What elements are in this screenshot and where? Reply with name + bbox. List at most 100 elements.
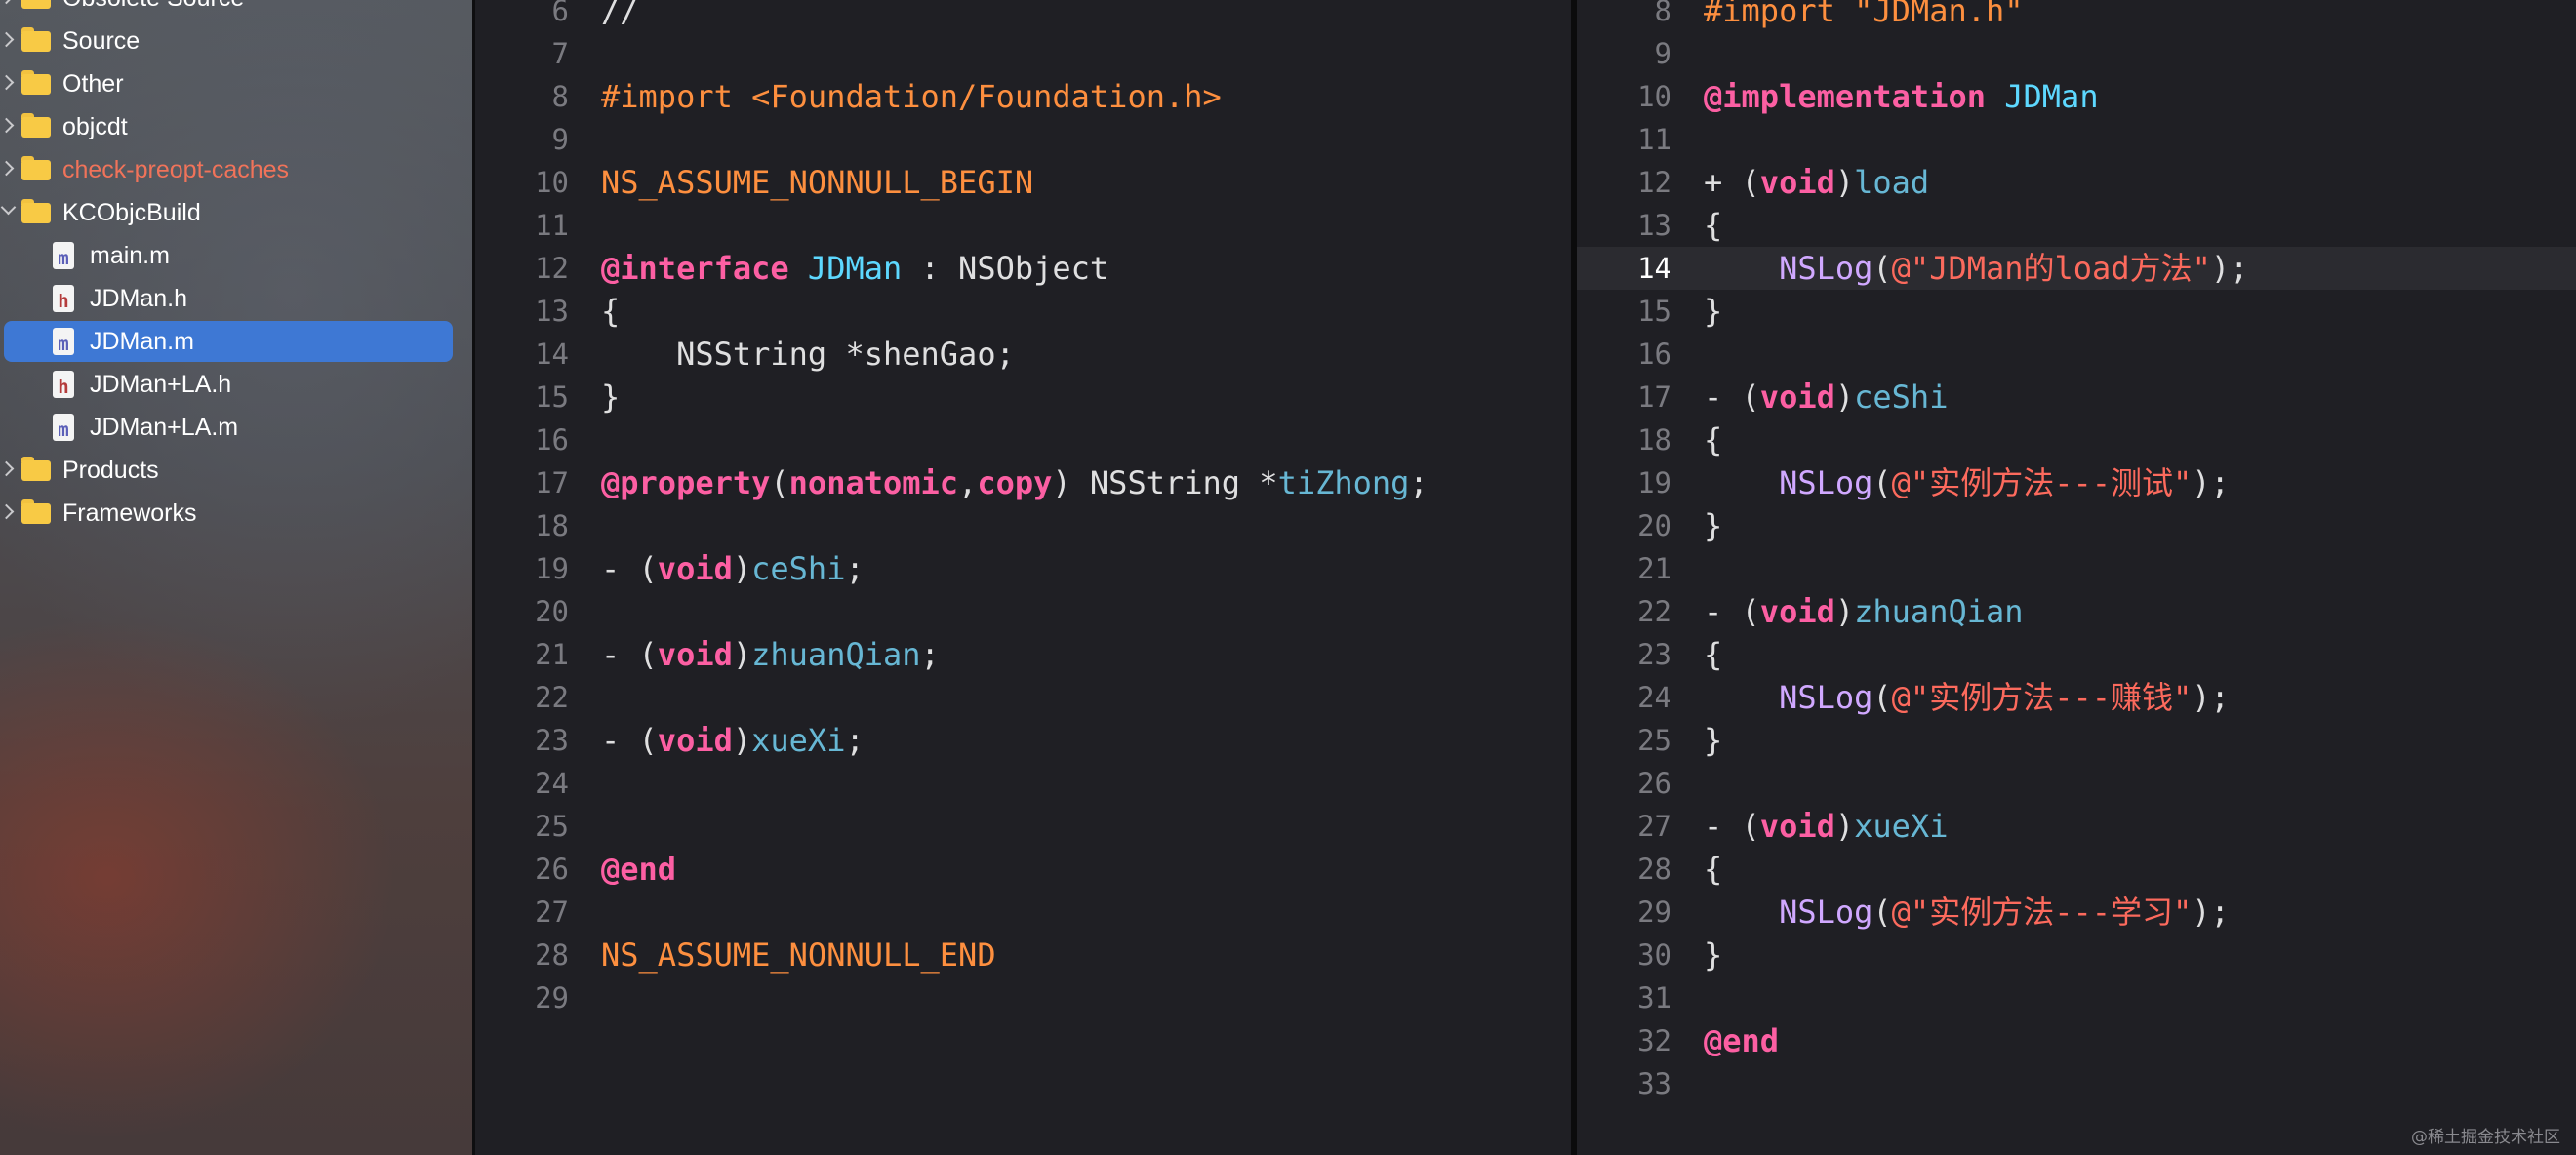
code-text[interactable]: @end <box>1704 1019 1779 1062</box>
code-line[interactable]: 33 <box>1577 1062 2576 1105</box>
sidebar-item-main-m[interactable]: m main.m <box>0 235 468 276</box>
code-text[interactable]: // <box>601 0 639 32</box>
code-line[interactable]: 29 <box>475 976 1571 1019</box>
code-line[interactable]: 29 NSLog(@"实例方法---学习"); <box>1577 891 2576 934</box>
code-text[interactable]: { <box>1704 848 1722 891</box>
code-line[interactable]: 17 @property(nonatomic,copy) NSString *ti… <box>475 461 1571 504</box>
header-file-editor[interactable]: 6 // 7 8 #import <Foundation/Foundation.h> 9 1… <box>475 0 1571 1155</box>
code-line[interactable]: 13 { <box>475 290 1571 333</box>
code-text[interactable]: } <box>1704 504 1722 547</box>
code-text[interactable]: - (void)ceShi <box>1704 376 1948 418</box>
code-line[interactable]: 23 { <box>1577 633 2576 676</box>
code-text[interactable]: - (void)ceShi; <box>601 547 865 590</box>
code-line[interactable]: 10 NS_ASSUME_NONNULL_BEGIN <box>475 161 1571 204</box>
code-line[interactable]: 12 + (void)load <box>1577 161 2576 204</box>
code-text[interactable]: NS_ASSUME_NONNULL_BEGIN <box>601 161 1033 204</box>
code-line[interactable]: 22 <box>475 676 1571 719</box>
sidebar-item-jdman-la-m[interactable]: m JDMan+LA.m <box>0 407 468 448</box>
code-line[interactable]: 15} <box>475 376 1571 418</box>
code-line[interactable]: 18 { <box>1577 418 2576 461</box>
code-line[interactable]: 10 @implementation JDMan <box>1577 75 2576 118</box>
code-text[interactable]: NSString *shenGao; <box>601 333 1015 376</box>
code-text[interactable]: { <box>1704 204 1722 247</box>
code-line[interactable]: 19 - (void)ceShi; <box>475 547 1571 590</box>
code-line[interactable]: 8 #import "JDMan.h" <box>1577 0 2576 32</box>
code-line[interactable]: 32 @end <box>1577 1019 2576 1062</box>
code-line[interactable]: 19 NSLog(@"实例方法---测试"); <box>1577 461 2576 504</box>
code-line[interactable]: 21 <box>1577 547 2576 590</box>
code-line[interactable]: 27 <box>475 891 1571 934</box>
disclosure-closed-icon[interactable] <box>0 74 15 91</box>
code-line[interactable]: 22 - (void)zhuanQian <box>1577 590 2576 633</box>
code-line[interactable]: 31 <box>1577 976 2576 1019</box>
current-code-line[interactable]: 14 NSLog(@"JDMan的load方法"); <box>1577 247 2576 290</box>
code-text[interactable]: + (void)load <box>1704 161 1929 204</box>
sidebar-item-jdman-h[interactable]: h JDMan.h <box>0 278 468 319</box>
code-text[interactable]: NS_ASSUME_NONNULL_END <box>601 934 996 976</box>
sidebar-item-objcdt[interactable]: objcdt <box>0 106 468 147</box>
implementation-file-editor[interactable]: 8 #import "JDMan.h" 9 10 @implementation JDM… <box>1577 0 2576 1155</box>
code-text[interactable]: } <box>1704 934 1722 976</box>
code-line[interactable]: 26 @end <box>475 848 1571 891</box>
code-line[interactable]: 8 #import <Foundation/Foundation.h> <box>475 75 1571 118</box>
code-text[interactable]: NSLog(@"JDMan的load方法"); <box>1704 247 2248 290</box>
code-line[interactable]: 25 <box>475 805 1571 848</box>
code-line[interactable]: 28 NS_ASSUME_NONNULL_END <box>475 934 1571 976</box>
code-line[interactable]: 20 <box>475 590 1571 633</box>
code-text[interactable]: } <box>1704 290 1722 333</box>
code-line[interactable]: 25} <box>1577 719 2576 762</box>
sidebar-item-kcobjcbuild[interactable]: KCObjcBuild <box>0 192 468 233</box>
disclosure-closed-icon[interactable] <box>0 31 15 48</box>
code-line[interactable]: 7 <box>475 32 1571 75</box>
code-text[interactable]: - (void)xueXi; <box>601 719 865 762</box>
code-line[interactable]: 11 <box>1577 118 2576 161</box>
code-line[interactable]: 9 <box>1577 32 2576 75</box>
sidebar-item-products[interactable]: Products <box>0 450 468 491</box>
code-text[interactable]: NSLog(@"实例方法---测试"); <box>1704 461 2230 504</box>
disclosure-closed-icon[interactable] <box>0 503 15 520</box>
disclosure-closed-icon[interactable] <box>0 160 15 177</box>
code-line[interactable]: 13 { <box>1577 204 2576 247</box>
code-text[interactable]: } <box>601 376 620 418</box>
code-text[interactable]: } <box>1704 719 1722 762</box>
code-text[interactable]: - (void)xueXi <box>1704 805 1948 848</box>
code-text[interactable]: { <box>1704 418 1722 461</box>
code-text[interactable]: - (void)zhuanQian <box>1704 590 2024 633</box>
code-line[interactable]: 6 // <box>475 0 1571 32</box>
code-line[interactable]: 30} <box>1577 934 2576 976</box>
code-line[interactable]: 17 - (void)ceShi <box>1577 376 2576 418</box>
code-line[interactable]: 24 NSLog(@"实例方法---赚钱"); <box>1577 676 2576 719</box>
code-line[interactable]: 18 <box>475 504 1571 547</box>
code-text[interactable]: @end <box>601 848 676 891</box>
sidebar-item-jdman-m[interactable]: m JDMan.m <box>4 321 453 362</box>
code-line[interactable]: 24 <box>475 762 1571 805</box>
code-text[interactable]: @implementation JDMan <box>1704 75 2099 118</box>
disclosure-closed-icon[interactable] <box>0 117 15 134</box>
code-line[interactable]: 9 <box>475 118 1571 161</box>
code-line[interactable]: 23 - (void)xueXi; <box>475 719 1571 762</box>
sidebar-item-check-preopt-caches[interactable]: check-preopt-caches <box>0 149 468 190</box>
disclosure-closed-icon[interactable] <box>0 0 15 5</box>
code-text[interactable]: #import <Foundation/Foundation.h> <box>601 75 1222 118</box>
code-text[interactable]: NSLog(@"实例方法---赚钱"); <box>1704 676 2230 719</box>
code-line[interactable]: 16 <box>475 418 1571 461</box>
code-line[interactable]: 21 - (void)zhuanQian; <box>475 633 1571 676</box>
disclosure-closed-icon[interactable] <box>0 460 15 477</box>
code-line[interactable]: 14 NSString *shenGao; <box>475 333 1571 376</box>
code-line[interactable]: 12 @interface JDMan : NSObject <box>475 247 1571 290</box>
code-line[interactable]: 20} <box>1577 504 2576 547</box>
code-text[interactable]: @property(nonatomic,copy) NSString *tiZh… <box>601 461 1429 504</box>
sidebar-item-other[interactable]: Other <box>0 63 468 104</box>
code-text[interactable]: { <box>1704 633 1722 676</box>
code-text[interactable]: @interface JDMan : NSObject <box>601 247 1108 290</box>
sidebar-item-obsolete-source[interactable]: Obsolete Source <box>0 0 468 19</box>
code-line[interactable]: 11 <box>475 204 1571 247</box>
code-text[interactable]: #import "JDMan.h" <box>1704 0 2024 32</box>
code-line[interactable]: 15} <box>1577 290 2576 333</box>
code-line[interactable]: 27 - (void)xueXi <box>1577 805 2576 848</box>
code-text[interactable]: - (void)zhuanQian; <box>601 633 940 676</box>
code-line[interactable]: 16 <box>1577 333 2576 376</box>
sidebar-item-jdman-la-h[interactable]: h JDMan+LA.h <box>0 364 468 405</box>
code-line[interactable]: 28 { <box>1577 848 2576 891</box>
sidebar-item-frameworks[interactable]: Frameworks <box>0 493 468 534</box>
